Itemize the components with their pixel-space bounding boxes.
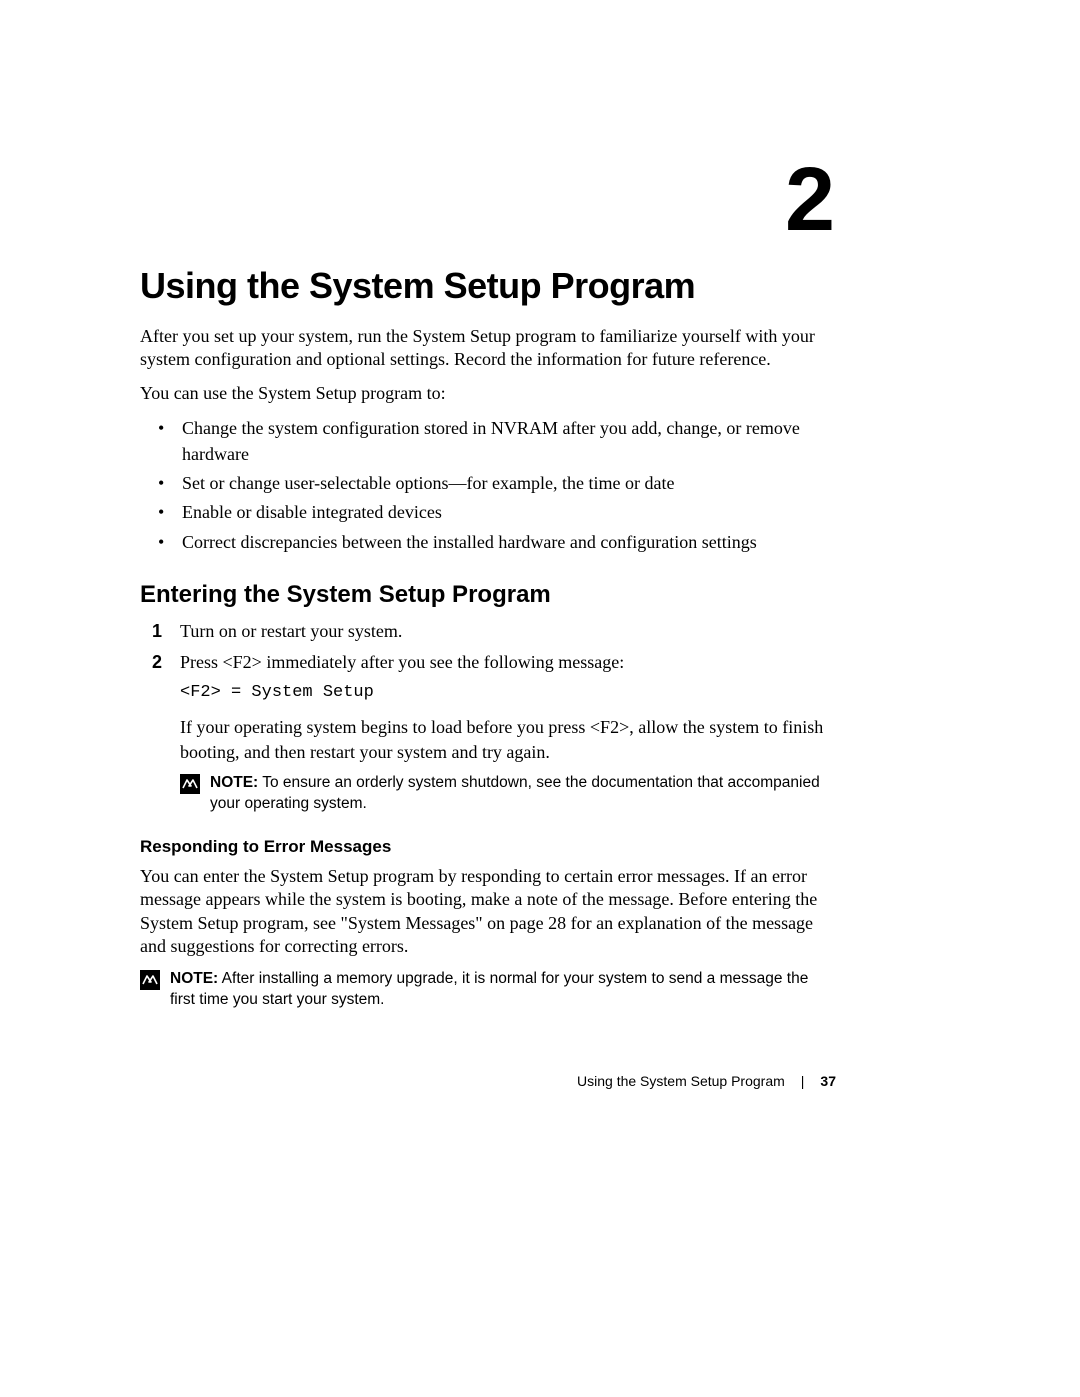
document-page: 2 Using the System Setup Program After y… xyxy=(0,0,1080,1397)
note-icon xyxy=(180,774,200,794)
step-followup: If your operating system begins to load … xyxy=(180,715,835,765)
step-item: Turn on or restart your system. xyxy=(180,619,835,644)
note-content: After installing a memory upgrade, it is… xyxy=(170,970,808,1008)
note-label: NOTE: xyxy=(170,970,218,987)
bullet-list: Change the system configuration stored i… xyxy=(140,415,835,554)
code-block: <F2> = System Setup xyxy=(180,681,835,705)
note-text: NOTE: To ensure an orderly system shutdo… xyxy=(210,773,835,815)
page-footer: Using the System Setup Program | 37 xyxy=(577,1073,836,1089)
note-label: NOTE: xyxy=(210,774,258,791)
error-paragraph: You can enter the System Setup program b… xyxy=(140,865,835,959)
page-title: Using the System Setup Program xyxy=(140,265,835,307)
section-heading: Entering the System Setup Program xyxy=(140,581,835,609)
intro-paragraph-1: After you set up your system, run the Sy… xyxy=(140,325,835,372)
bullet-item: Change the system configuration stored i… xyxy=(170,415,835,467)
subsection-heading: Responding to Error Messages xyxy=(140,837,835,857)
note-content: To ensure an orderly system shutdown, se… xyxy=(210,774,820,812)
bullet-item: Correct discrepancies between the instal… xyxy=(170,529,835,555)
steps-list: Turn on or restart your system. Press <F… xyxy=(140,619,835,815)
page-number: 37 xyxy=(820,1073,836,1089)
note-block: NOTE: After installing a memory upgrade,… xyxy=(140,969,835,1011)
step-text: Turn on or restart your system. xyxy=(180,621,402,641)
footer-separator: | xyxy=(801,1073,805,1089)
step-item: Press <F2> immediately after you see the… xyxy=(180,650,835,815)
note-text: NOTE: After installing a memory upgrade,… xyxy=(170,969,835,1011)
chapter-number: 2 xyxy=(785,155,835,245)
step-lead: Press <F2> immediately after you see the… xyxy=(180,652,624,672)
footer-title: Using the System Setup Program xyxy=(577,1073,785,1089)
note-block: NOTE: To ensure an orderly system shutdo… xyxy=(180,773,835,815)
note-icon xyxy=(140,970,160,990)
bullet-item: Set or change user-selectable options—fo… xyxy=(170,470,835,496)
intro-paragraph-2: You can use the System Setup program to: xyxy=(140,382,835,405)
bullet-item: Enable or disable integrated devices xyxy=(170,499,835,525)
